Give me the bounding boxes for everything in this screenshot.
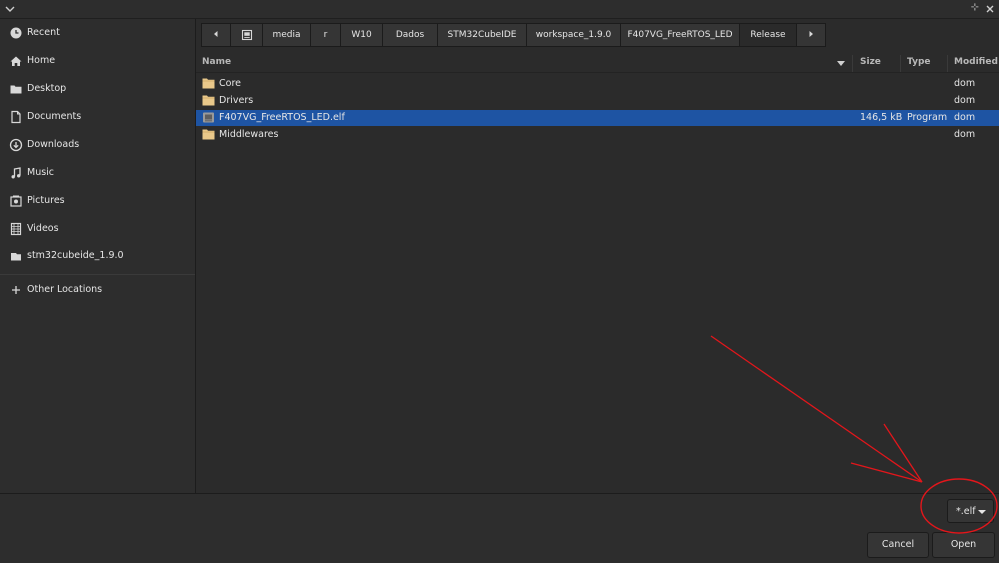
- path-scroll-left-button[interactable]: [201, 23, 230, 47]
- sidebar-item-drive[interactable]: stm32cubeide_1.9.0: [0, 244, 195, 268]
- file-modified: dom: [954, 129, 976, 140]
- path-segment-root[interactable]: [230, 23, 262, 47]
- open-button[interactable]: Open: [932, 532, 995, 558]
- sidebar-item-label: Documents: [27, 111, 82, 122]
- sidebar-item-other-locations[interactable]: Other Locations: [0, 278, 195, 302]
- sidebar-item-label: Pictures: [27, 195, 65, 206]
- file-name: Core: [219, 78, 241, 89]
- sidebar-item-label: stm32cubeide_1.9.0: [27, 250, 124, 261]
- column-header-type[interactable]: Type: [907, 57, 930, 67]
- path-segment[interactable]: F407VG_FreeRTOS_LED: [620, 23, 739, 47]
- file-row[interactable]: Middlewares dom: [196, 127, 999, 143]
- path-scroll-right-button[interactable]: [796, 23, 826, 47]
- file-filter-dropdown[interactable]: *.elf: [947, 499, 994, 523]
- drive-icon: [11, 253, 21, 261]
- camera-icon: [10, 195, 22, 207]
- folder-icon: [202, 78, 215, 89]
- arrow-right-icon: [809, 31, 813, 37]
- sidebar-item-documents[interactable]: Documents: [0, 105, 195, 129]
- file-name: F407VG_FreeRTOS_LED.elf: [219, 112, 345, 123]
- sidebar-item-downloads[interactable]: Downloads: [0, 133, 195, 157]
- file-filter-value: *.elf: [956, 506, 976, 517]
- path-segment[interactable]: r: [310, 23, 340, 47]
- pin-icon[interactable]: ⊹: [969, 2, 981, 14]
- path-segment[interactable]: Dados: [382, 23, 437, 47]
- dropdown-arrow-icon: [978, 510, 986, 514]
- places-sidebar: Recent Home Desktop Documents Downloads …: [0, 19, 196, 493]
- folder-icon: [10, 85, 22, 94]
- plus-icon: [12, 286, 20, 294]
- path-segment[interactable]: workspace_1.9.0: [526, 23, 620, 47]
- document-icon: [11, 110, 21, 124]
- column-header-name[interactable]: Name: [202, 57, 231, 67]
- sidebar-item-label: Videos: [27, 223, 59, 234]
- file-row[interactable]: Drivers dom: [196, 93, 999, 109]
- file-modified: dom: [954, 95, 976, 106]
- chevron-down-icon[interactable]: [4, 3, 16, 15]
- sidebar-item-recent[interactable]: Recent: [0, 21, 195, 45]
- column-header-row: Name Size Type Modified: [196, 55, 999, 73]
- column-separator: [947, 55, 948, 72]
- sort-down-icon[interactable]: [837, 61, 845, 66]
- path-segment[interactable]: STM32CubeIDE: [437, 23, 526, 47]
- column-separator: [852, 55, 853, 72]
- arrow-left-icon: [214, 31, 218, 37]
- file-type: Program: [907, 112, 948, 123]
- column-separator: [900, 55, 901, 72]
- home-icon: [10, 56, 22, 66]
- column-header-modified[interactable]: Modified: [954, 57, 998, 67]
- file-modified: dom: [954, 112, 976, 123]
- folder-icon: [202, 129, 215, 140]
- file-size: 146,5 kB: [860, 112, 903, 123]
- film-icon: [10, 222, 22, 236]
- sidebar-item-label: Music: [27, 167, 55, 178]
- file-row[interactable]: Core dom: [196, 76, 999, 92]
- file-name: Middlewares: [219, 129, 279, 140]
- sidebar-separator: [0, 274, 195, 275]
- sidebar-item-label: Other Locations: [27, 284, 103, 295]
- sidebar-item-label: Recent: [27, 27, 60, 38]
- sidebar-item-home[interactable]: Home: [0, 49, 195, 73]
- sidebar-item-music[interactable]: Music: [0, 161, 195, 185]
- sidebar-item-pictures[interactable]: Pictures: [0, 189, 195, 213]
- clock-icon: [10, 27, 22, 39]
- cancel-button[interactable]: Cancel: [867, 532, 929, 558]
- close-icon[interactable]: [984, 3, 996, 15]
- sidebar-item-label: Home: [27, 55, 56, 66]
- sidebar-item-label: Downloads: [27, 139, 80, 150]
- drive-root-icon: [241, 29, 252, 41]
- file-name: Drivers: [219, 95, 254, 106]
- window-titlebar: ⊹: [0, 0, 999, 19]
- file-browser: media r W10 Dados STM32CubeIDE workspace…: [196, 19, 999, 493]
- sidebar-item-desktop[interactable]: Desktop: [0, 77, 195, 101]
- dialog-action-area: [0, 493, 999, 563]
- path-segment[interactable]: W10: [340, 23, 382, 47]
- folder-icon: [202, 95, 215, 106]
- sidebar-item-videos[interactable]: Videos: [0, 217, 195, 241]
- music-icon: [11, 167, 21, 179]
- executable-file-icon: [203, 112, 214, 123]
- column-header-size[interactable]: Size: [860, 57, 881, 67]
- file-modified: dom: [954, 78, 976, 89]
- path-segment-current[interactable]: Release: [739, 23, 796, 47]
- path-bar: media r W10 Dados STM32CubeIDE workspace…: [201, 23, 826, 47]
- download-icon: [9, 138, 23, 152]
- sidebar-item-label: Desktop: [27, 83, 67, 94]
- path-segment[interactable]: media: [262, 23, 310, 47]
- file-row-selected[interactable]: F407VG_FreeRTOS_LED.elf 146,5 kB Program…: [196, 110, 999, 126]
